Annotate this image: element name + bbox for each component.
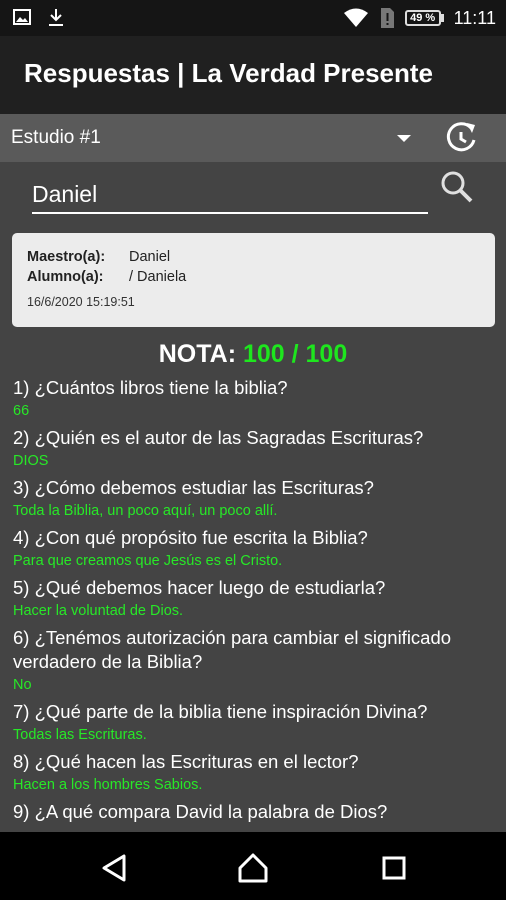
search-input[interactable] <box>32 176 428 214</box>
image-icon <box>13 9 31 25</box>
question-text: 9) ¿A qué compara David la palabra de Di… <box>13 801 388 822</box>
search-row <box>0 162 506 226</box>
study-selector[interactable]: Estudio #1 <box>0 114 506 162</box>
question-text: 7) ¿Qué parte de la biblia tiene inspira… <box>13 701 428 722</box>
question-text: 1) ¿Cuántos libros tiene la biblia? <box>13 377 288 398</box>
navigation-bar <box>0 832 506 900</box>
answer-text: DIOS <box>13 453 49 469</box>
battery-level: 49 % <box>404 10 441 26</box>
grade: NOTA: 100 / 100 <box>0 340 506 369</box>
answer-text: Toda la Biblia, un poco aquí, un poco al… <box>13 503 278 519</box>
refresh-icon[interactable] <box>441 120 481 156</box>
student-row: Alumno(a): / Daniela <box>27 269 186 285</box>
recents-icon[interactable] <box>376 850 412 886</box>
timestamp: 16/6/2020 15:19:51 <box>27 295 135 309</box>
teacher-row: Maestro(a): Daniel <box>27 249 170 265</box>
question-text: 2) ¿Quién es el autor de las Sagradas Es… <box>13 427 424 448</box>
battery-icon: 49 % <box>404 10 444 26</box>
student-label: Alumno(a): <box>27 269 104 285</box>
clock: 11:11 <box>453 7 496 28</box>
questions-list[interactable]: 1) ¿Cuántos libros tiene la biblia? 66 2) … <box>13 376 499 828</box>
dropdown-arrow-icon[interactable] <box>397 135 411 142</box>
student-value: / Daniela <box>129 269 187 285</box>
student-info-card: Maestro(a): Daniel Alumno(a): / Daniela 16… <box>12 233 495 327</box>
answer-text: 66 <box>13 403 30 419</box>
question-text: 8) ¿Qué hacen las Escrituras en el lecto… <box>13 751 359 772</box>
question-text: 5) ¿Qué debemos hacer luego de estudiarl… <box>13 577 386 598</box>
teacher-label: Maestro(a): <box>27 249 106 265</box>
question-text: 6) ¿Tenémos autorización para cambiar el… <box>13 627 452 672</box>
home-icon[interactable] <box>235 850 271 886</box>
answer-text: Hacer la voluntad de Dios. <box>13 603 184 619</box>
study-selector-value: Estudio #1 <box>11 127 101 148</box>
grade-label: NOTA: <box>158 340 237 368</box>
status-bar: 49 % 11:11 <box>0 0 506 36</box>
grade-value: 100 / 100 <box>242 340 348 368</box>
answer-text: Para que creamos que Jesús es el Cristo. <box>13 553 283 569</box>
question-text: 3) ¿Cómo debemos estudiar las Escrituras… <box>13 477 374 498</box>
back-icon[interactable] <box>96 850 132 886</box>
search-icon[interactable] <box>440 170 474 204</box>
page-title: Respuestas | La Verdad Presente <box>24 58 434 88</box>
answer-text: Todas las Escrituras. <box>13 727 147 743</box>
download-icon <box>49 9 63 26</box>
answer-text: Hacen a los hombres Sabios. <box>13 777 203 793</box>
sim-alert-icon <box>380 8 394 28</box>
teacher-value: Daniel <box>129 249 171 265</box>
wifi-icon <box>343 8 368 27</box>
answer-text: No <box>13 677 32 693</box>
question-text: 4) ¿Con qué propósito fue escrita la Bib… <box>13 527 368 548</box>
app-bar: Respuestas | La Verdad Presente <box>0 36 506 114</box>
